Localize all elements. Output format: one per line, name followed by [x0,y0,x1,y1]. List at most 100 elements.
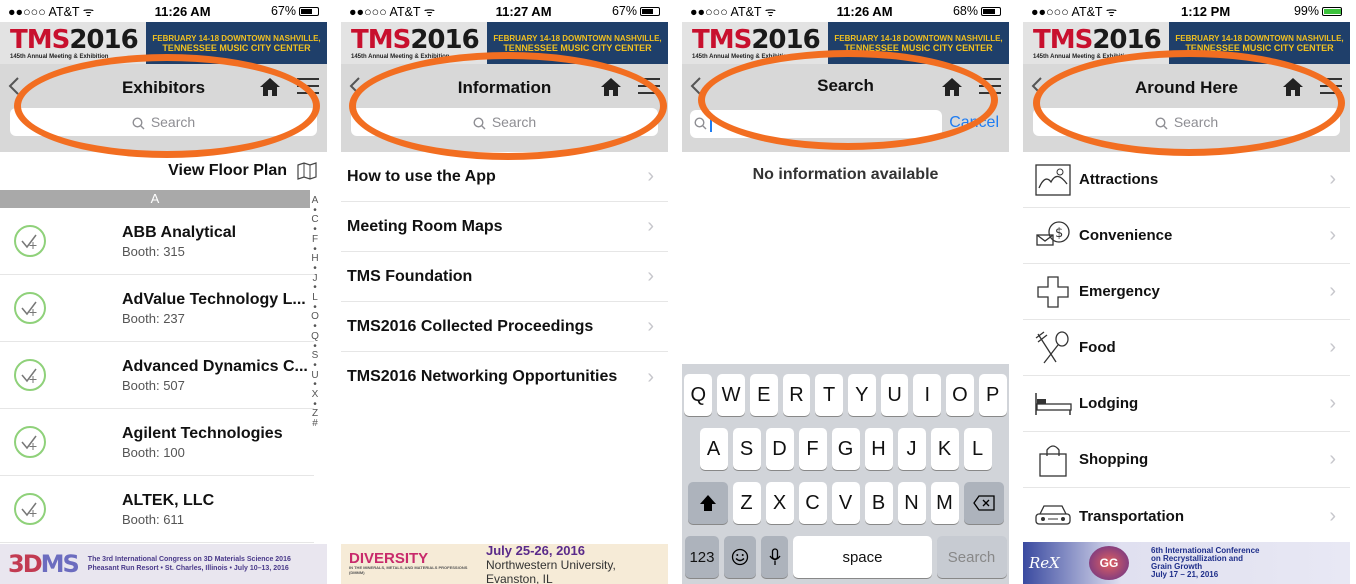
hamburger-menu-icon[interactable] [297,76,319,96]
key-x[interactable]: X [765,482,794,524]
key-p[interactable]: P [978,374,1007,416]
view-floor-plan-button[interactable]: View Floor Plan [0,152,327,190]
event-banner[interactable]: TMS2016 145th Annual Meeting & Exhibitio… [1023,22,1350,64]
list-item[interactable]: AdValue Technology L... Booth: 237 [0,275,314,342]
key-o[interactable]: O [946,374,974,416]
key-m[interactable]: M [930,482,959,524]
list-item[interactable]: Transportation › [1023,488,1350,544]
backspace-key[interactable] [963,482,1004,524]
search-input[interactable]: Search [351,108,658,136]
key-l[interactable]: L [963,428,992,470]
search-placeholder: Search [150,114,196,130]
search-input[interactable]: Search [1033,108,1340,136]
exhibitor-name: Advanced Dynamics C... [122,357,308,375]
home-icon[interactable] [259,76,281,98]
list-item[interactable]: Attractions › [1023,152,1350,208]
search-icon [1155,117,1168,130]
search-key[interactable]: Search [936,536,1007,578]
hamburger-menu-icon[interactable] [979,76,1001,96]
ad-banner-rexgg[interactable]: ReX GG 6th International Conference on R… [1023,542,1350,584]
list-item[interactable]: Agilent Technologies Booth: 100 [0,409,314,476]
list-item[interactable]: How to use the App › [341,152,668,202]
key-d[interactable]: D [765,428,794,470]
dictation-key[interactable] [760,536,789,578]
logo-year: 2016 [1092,24,1161,55]
add-favorite-icon[interactable] [14,359,46,391]
nav-header: Information Search [341,64,668,152]
search-placeholder: Search [1173,114,1219,130]
event-banner[interactable]: TMS2016 145th Annual Meeting & Exhibitio… [341,22,668,64]
list-item[interactable]: Lodging › [1023,376,1350,432]
index-letter[interactable]: # [309,419,321,429]
key-a[interactable]: A [699,428,728,470]
text-cursor [710,116,712,132]
banner-line2: TENNESSEE MUSIC CITY CENTER [162,42,311,53]
list-item[interactable]: TMS2016 Collected Proceedings › [341,302,668,352]
list-item[interactable]: ABB Analytical Booth: 315 [0,208,314,275]
search-placeholder: Search [491,114,537,130]
home-icon[interactable] [941,76,963,98]
list-item[interactable]: TMS2016 Networking Opportunities › [341,352,668,402]
key-g[interactable]: G [831,428,860,470]
cancel-button[interactable]: Cancel [949,114,999,132]
key-b[interactable]: B [864,482,893,524]
key-f[interactable]: F [798,428,827,470]
category-label: Emergency [1079,283,1160,300]
list-item[interactable]: Food › [1023,320,1350,376]
key-h[interactable]: H [864,428,893,470]
search-input[interactable]: Search [10,108,317,136]
key-j[interactable]: J [897,428,926,470]
home-icon[interactable] [1282,76,1304,98]
ad-banner-diversity[interactable]: DIVERSITY IN THE MINERALS, METALS, AND MA… [341,543,668,584]
list-item[interactable]: TMS Foundation › [341,252,668,302]
home-icon[interactable] [600,76,622,98]
key-k[interactable]: K [930,428,959,470]
logo-subtitle: 145th Annual Meeting & Exhibition [10,53,109,60]
category-label: Lodging [1079,395,1139,412]
key-c[interactable]: C [798,482,827,524]
hamburger-menu-icon[interactable] [1320,76,1342,96]
list-item[interactable]: $ Convenience › [1023,208,1350,264]
numbers-key[interactable]: 123 [684,536,720,578]
add-favorite-icon[interactable] [14,493,46,525]
event-banner[interactable]: TMS2016 145th Annual Meeting & Exhibitio… [0,22,327,64]
add-favorite-icon[interactable] [14,426,46,458]
ad-banner-3dms[interactable]: 3DMS The 3rd International Congress on 3… [0,544,327,584]
emoji-key[interactable] [724,536,756,578]
section-header: A [0,190,310,208]
fork-spoon-icon [1033,328,1073,368]
hamburger-menu-icon[interactable] [638,76,660,96]
key-q[interactable]: Q [684,374,713,416]
tms-logo: TMS2016 145th Annual Meeting & Exhibitio… [341,22,487,64]
chevron-right-icon: › [647,315,654,337]
info-list: How to use the App › Meeting Room Maps › T… [341,152,668,402]
logo-year: 2016 [69,24,138,55]
key-i[interactable]: I [913,374,942,416]
list-item[interactable]: Emergency › [1023,264,1350,320]
key-u[interactable]: U [880,374,909,416]
list-item[interactable]: Advanced Dynamics C... Booth: 507 [0,342,314,409]
space-key[interactable]: space [793,536,932,578]
key-s[interactable]: S [732,428,761,470]
key-e[interactable]: E [749,374,778,416]
alphabet-index[interactable]: A • C • F • H • J • L • O • Q • S • U • X • Z # [309,196,321,429]
shift-key[interactable] [687,482,728,524]
list-item[interactable]: ALTEK, LLC Booth: 611 [0,476,314,543]
chevron-right-icon: › [1329,504,1336,527]
key-y[interactable]: Y [848,374,876,416]
battery-percent: 99% [1293,4,1319,18]
event-banner[interactable]: TMS2016 145th Annual Meeting & Exhibitio… [682,22,1009,64]
list-item[interactable]: Meeting Room Maps › [341,202,668,252]
list-item[interactable]: Shopping › [1023,432,1350,488]
key-z[interactable]: Z [732,482,761,524]
add-favorite-icon[interactable] [14,225,46,257]
search-input[interactable] [690,110,942,138]
key-n[interactable]: N [897,482,926,524]
add-favorite-icon[interactable] [14,292,46,324]
key-w[interactable]: W [717,374,745,416]
booth-number: Booth: 237 [122,310,185,326]
key-r[interactable]: R [782,374,811,416]
search-screen: ●●○○○ AT&T ᯤ 11:26 AM 68% TMS2016 145th … [682,0,1015,584]
key-t[interactable]: T [815,374,843,416]
key-v[interactable]: V [831,482,860,524]
